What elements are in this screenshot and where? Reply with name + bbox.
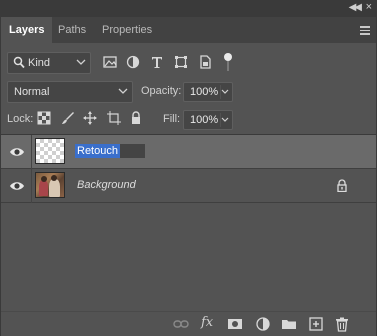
tab-properties[interactable]: Properties — [94, 17, 160, 43]
layers-bottom-toolbar: fx — [1, 311, 376, 336]
delete-layer-icon[interactable] — [334, 316, 352, 332]
layers-panel: ◀◀ × Layers Paths Properties Kind Normal… — [0, 0, 377, 336]
lock-label: Lock: — [7, 113, 34, 125]
adjustment-layer-icon[interactable] — [255, 316, 273, 332]
lock-all-icon[interactable] — [129, 111, 145, 127]
lock-artboard-icon[interactable] — [107, 111, 123, 127]
layer-name-selected-text: Retouch — [75, 144, 120, 158]
adjustment-filter-icon[interactable] — [125, 54, 143, 72]
chevron-down-icon — [118, 88, 128, 94]
lock-image-pixels-icon[interactable] — [61, 111, 77, 127]
tab-bar: Layers Paths Properties — [1, 17, 376, 43]
lock-position-icon[interactable] — [83, 111, 99, 127]
fill-field[interactable]: 100% — [183, 110, 233, 130]
fill-value: 100% — [190, 114, 219, 126]
fx-icon[interactable]: fx — [201, 315, 219, 331]
layer-name-input[interactable]: Retouch — [75, 144, 145, 158]
chevron-down-icon — [76, 59, 86, 65]
divider — [31, 135, 32, 169]
add-mask-icon[interactable] — [227, 316, 245, 332]
layer-thumbnail-photo[interactable] — [35, 172, 65, 198]
panel-title-strip: ◀◀ × — [1, 1, 376, 17]
close-panel-icon[interactable]: × — [366, 1, 372, 13]
opacity-label: Opacity: — [141, 85, 182, 97]
blend-mode-dropdown[interactable]: Normal — [7, 81, 133, 103]
chevron-down-icon[interactable] — [220, 113, 230, 127]
fill-label: Fill: — [163, 113, 181, 125]
shape-filter-icon[interactable] — [173, 54, 191, 72]
visibility-eye-icon[interactable] — [9, 179, 25, 193]
opacity-field[interactable]: 100% — [183, 82, 233, 102]
search-icon — [13, 56, 25, 69]
layer-row-background[interactable]: Background — [1, 169, 376, 203]
opacity-value: 100% — [190, 86, 219, 98]
filter-kind-dropdown[interactable]: Kind — [7, 52, 91, 74]
link-layers-icon[interactable] — [173, 316, 191, 332]
tab-paths[interactable]: Paths — [50, 17, 94, 43]
lock-transparent-pixels-icon[interactable] — [37, 111, 53, 127]
type-filter-icon[interactable] — [149, 54, 167, 72]
layer-name-label: Background — [77, 179, 136, 191]
lock-icon[interactable] — [336, 179, 348, 192]
divider — [31, 169, 32, 203]
tab-layers[interactable]: Layers — [1, 17, 53, 43]
lock-fill-row: Lock: Fill: 100% — [1, 109, 376, 131]
collapse-panel-icon[interactable]: ◀◀ — [349, 2, 362, 13]
panel-menu-icon[interactable] — [360, 26, 370, 37]
layers-list: Retouch Background — [1, 134, 376, 315]
visibility-eye-icon[interactable] — [9, 145, 25, 159]
image-filter-icon[interactable] — [102, 54, 120, 72]
smart-object-filter-icon[interactable] — [197, 54, 215, 72]
blend-mode-value: Normal — [14, 86, 50, 98]
layer-row-retouch[interactable]: Retouch — [1, 135, 376, 169]
blend-opacity-row: Normal Opacity: 100% — [1, 81, 376, 103]
layer-filter-row: Kind — [1, 51, 376, 77]
layer-thumbnail-transparent[interactable] — [35, 138, 65, 164]
chevron-down-icon[interactable] — [220, 85, 230, 99]
new-layer-icon[interactable] — [308, 316, 326, 332]
new-group-icon[interactable] — [281, 316, 299, 332]
filter-kind-label: Kind — [28, 57, 51, 69]
filter-toggle-switch[interactable] — [224, 53, 232, 71]
